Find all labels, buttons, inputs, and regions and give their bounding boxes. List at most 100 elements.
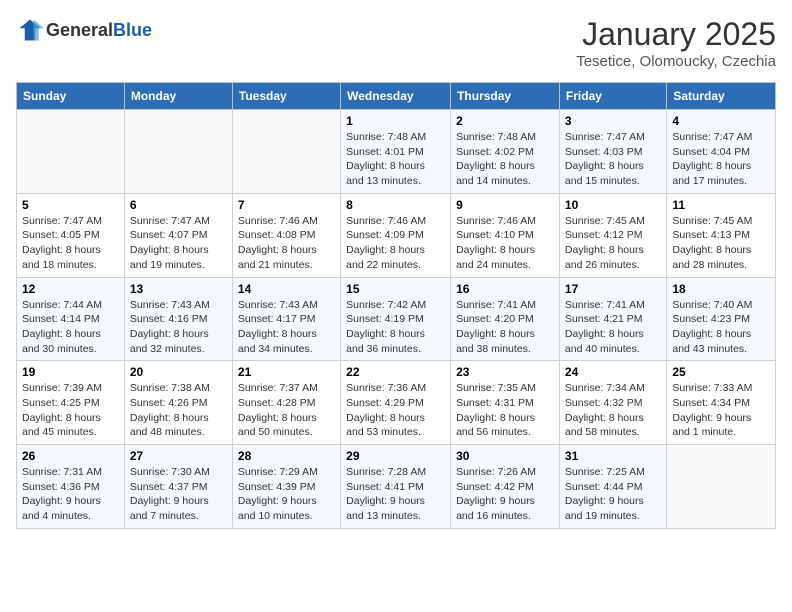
day-number: 4 [672, 114, 770, 128]
calendar-cell: 24 Sunrise: 7:34 AM Sunset: 4:32 PM Dayli… [559, 361, 666, 445]
calendar-week-1: 1Sunrise: 7:48 AM Sunset: 4:01 PM Daylig… [17, 110, 776, 194]
day-number: 14 [238, 282, 335, 296]
day-number: 18 [672, 282, 770, 296]
calendar-cell: 5 Sunrise: 7:47 AM Sunset: 4:05 PM Daylig… [17, 193, 125, 277]
day-number: 24 [565, 365, 661, 379]
day-number: 19 [22, 365, 119, 379]
day-info: Sunrise: 7:34 AM Sunset: 4:32 PM Dayligh… [565, 381, 661, 440]
logo-icon [16, 16, 44, 44]
calendar-cell: 23 Sunrise: 7:35 AM Sunset: 4:31 PM Dayli… [451, 361, 560, 445]
day-info: Sunrise: 7:36 AM Sunset: 4:29 PM Dayligh… [346, 381, 445, 440]
day-number: 27 [130, 449, 227, 463]
calendar-cell: 31Sunrise: 7:25 AM Sunset: 4:44 PM Dayli… [559, 445, 666, 529]
day-info: Sunrise: 7:35 AM Sunset: 4:31 PM Dayligh… [456, 381, 554, 440]
day-info: Sunrise: 7:31 AM Sunset: 4:36 PM Dayligh… [22, 465, 119, 524]
day-info: Sunrise: 7:45 AM Sunset: 4:13 PM Dayligh… [672, 214, 770, 273]
day-info: Sunrise: 7:39 AM Sunset: 4:25 PM Dayligh… [22, 381, 119, 440]
day-info: Sunrise: 7:37 AM Sunset: 4:28 PM Dayligh… [238, 381, 335, 440]
calendar-cell: 18 Sunrise: 7:40 AM Sunset: 4:23 PM Dayli… [667, 277, 776, 361]
day-info: Sunrise: 7:46 AM Sunset: 4:10 PM Dayligh… [456, 214, 554, 273]
day-number: 2 [456, 114, 554, 128]
day-info: Sunrise: 7:48 AM Sunset: 4:01 PM Dayligh… [346, 130, 445, 189]
day-info: Sunrise: 7:47 AM Sunset: 4:04 PM Dayligh… [672, 130, 770, 189]
day-number: 7 [238, 198, 335, 212]
page-header: GeneralBlue January 2025 Tesetice, Olomo… [16, 16, 776, 70]
location-subtitle: Tesetice, Olomoucky, Czechia [576, 53, 776, 70]
day-info: Sunrise: 7:28 AM Sunset: 4:41 PM Dayligh… [346, 465, 445, 524]
day-number: 5 [22, 198, 119, 212]
weekday-header-row: SundayMondayTuesdayWednesdayThursdayFrid… [17, 83, 776, 110]
day-info: Sunrise: 7:30 AM Sunset: 4:37 PM Dayligh… [130, 465, 227, 524]
day-info: Sunrise: 7:46 AM Sunset: 4:08 PM Dayligh… [238, 214, 335, 273]
calendar-cell: 14 Sunrise: 7:43 AM Sunset: 4:17 PM Dayli… [232, 277, 340, 361]
calendar-week-3: 12 Sunrise: 7:44 AM Sunset: 4:14 PM Dayli… [17, 277, 776, 361]
month-title: January 2025 [576, 16, 776, 53]
day-number: 17 [565, 282, 661, 296]
day-info: Sunrise: 7:43 AM Sunset: 4:17 PM Dayligh… [238, 298, 335, 357]
day-number: 25 [672, 365, 770, 379]
calendar-cell: 15 Sunrise: 7:42 AM Sunset: 4:19 PM Dayli… [341, 277, 451, 361]
day-info: Sunrise: 7:25 AM Sunset: 4:44 PM Dayligh… [565, 465, 661, 524]
day-number: 9 [456, 198, 554, 212]
calendar-cell: 19 Sunrise: 7:39 AM Sunset: 4:25 PM Dayli… [17, 361, 125, 445]
day-info: Sunrise: 7:45 AM Sunset: 4:12 PM Dayligh… [565, 214, 661, 273]
day-number: 11 [672, 198, 770, 212]
calendar-cell: 16Sunrise: 7:41 AM Sunset: 4:20 PM Dayli… [451, 277, 560, 361]
calendar-table: SundayMondayTuesdayWednesdayThursdayFrid… [16, 82, 776, 529]
calendar-cell: 20 Sunrise: 7:38 AM Sunset: 4:26 PM Dayli… [124, 361, 232, 445]
day-info: Sunrise: 7:41 AM Sunset: 4:20 PM Dayligh… [456, 298, 554, 357]
day-number: 8 [346, 198, 445, 212]
day-number: 30 [456, 449, 554, 463]
day-info: Sunrise: 7:47 AM Sunset: 4:07 PM Dayligh… [130, 214, 227, 273]
weekday-header-monday: Monday [124, 83, 232, 110]
weekday-header-wednesday: Wednesday [341, 83, 451, 110]
calendar-cell: 13Sunrise: 7:43 AM Sunset: 4:16 PM Dayli… [124, 277, 232, 361]
day-info: Sunrise: 7:47 AM Sunset: 4:05 PM Dayligh… [22, 214, 119, 273]
day-info: Sunrise: 7:33 AM Sunset: 4:34 PM Dayligh… [672, 381, 770, 440]
day-info: Sunrise: 7:44 AM Sunset: 4:14 PM Dayligh… [22, 298, 119, 357]
calendar-cell: 11 Sunrise: 7:45 AM Sunset: 4:13 PM Dayli… [667, 193, 776, 277]
day-info: Sunrise: 7:42 AM Sunset: 4:19 PM Dayligh… [346, 298, 445, 357]
calendar-week-2: 5 Sunrise: 7:47 AM Sunset: 4:05 PM Daylig… [17, 193, 776, 277]
weekday-header-thursday: Thursday [451, 83, 560, 110]
day-number: 22 [346, 365, 445, 379]
logo-text-blue: Blue [113, 20, 152, 40]
calendar-cell: 30 Sunrise: 7:26 AM Sunset: 4:42 PM Dayli… [451, 445, 560, 529]
day-info: Sunrise: 7:38 AM Sunset: 4:26 PM Dayligh… [130, 381, 227, 440]
day-number: 23 [456, 365, 554, 379]
day-number: 20 [130, 365, 227, 379]
calendar-cell: 27 Sunrise: 7:30 AM Sunset: 4:37 PM Dayli… [124, 445, 232, 529]
day-info: Sunrise: 7:40 AM Sunset: 4:23 PM Dayligh… [672, 298, 770, 357]
day-number: 12 [22, 282, 119, 296]
day-info: Sunrise: 7:26 AM Sunset: 4:42 PM Dayligh… [456, 465, 554, 524]
calendar-cell [17, 110, 125, 194]
logo-text-general: General [46, 20, 113, 40]
day-info: Sunrise: 7:48 AM Sunset: 4:02 PM Dayligh… [456, 130, 554, 189]
weekday-header-tuesday: Tuesday [232, 83, 340, 110]
calendar-week-5: 26 Sunrise: 7:31 AM Sunset: 4:36 PM Dayli… [17, 445, 776, 529]
calendar-cell: 29 Sunrise: 7:28 AM Sunset: 4:41 PM Dayli… [341, 445, 451, 529]
calendar-cell [667, 445, 776, 529]
day-number: 29 [346, 449, 445, 463]
day-number: 15 [346, 282, 445, 296]
calendar-cell: 1Sunrise: 7:48 AM Sunset: 4:01 PM Daylig… [341, 110, 451, 194]
day-number: 10 [565, 198, 661, 212]
calendar-cell: 21 Sunrise: 7:37 AM Sunset: 4:28 PM Dayli… [232, 361, 340, 445]
calendar-cell: 9 Sunrise: 7:46 AM Sunset: 4:10 PM Daylig… [451, 193, 560, 277]
day-info: Sunrise: 7:29 AM Sunset: 4:39 PM Dayligh… [238, 465, 335, 524]
day-number: 21 [238, 365, 335, 379]
calendar-cell: 3Sunrise: 7:47 AM Sunset: 4:03 PM Daylig… [559, 110, 666, 194]
day-info: Sunrise: 7:41 AM Sunset: 4:21 PM Dayligh… [565, 298, 661, 357]
day-number: 26 [22, 449, 119, 463]
day-info: Sunrise: 7:47 AM Sunset: 4:03 PM Dayligh… [565, 130, 661, 189]
calendar-cell: 26 Sunrise: 7:31 AM Sunset: 4:36 PM Dayli… [17, 445, 125, 529]
calendar-cell: 17 Sunrise: 7:41 AM Sunset: 4:21 PM Dayli… [559, 277, 666, 361]
title-block: January 2025 Tesetice, Olomoucky, Czechi… [576, 16, 776, 70]
calendar-cell: 12 Sunrise: 7:44 AM Sunset: 4:14 PM Dayli… [17, 277, 125, 361]
logo: GeneralBlue [16, 16, 152, 44]
day-info: Sunrise: 7:46 AM Sunset: 4:09 PM Dayligh… [346, 214, 445, 273]
calendar-cell: 8 Sunrise: 7:46 AM Sunset: 4:09 PM Daylig… [341, 193, 451, 277]
calendar-cell: 6Sunrise: 7:47 AM Sunset: 4:07 PM Daylig… [124, 193, 232, 277]
weekday-header-saturday: Saturday [667, 83, 776, 110]
calendar-cell [232, 110, 340, 194]
